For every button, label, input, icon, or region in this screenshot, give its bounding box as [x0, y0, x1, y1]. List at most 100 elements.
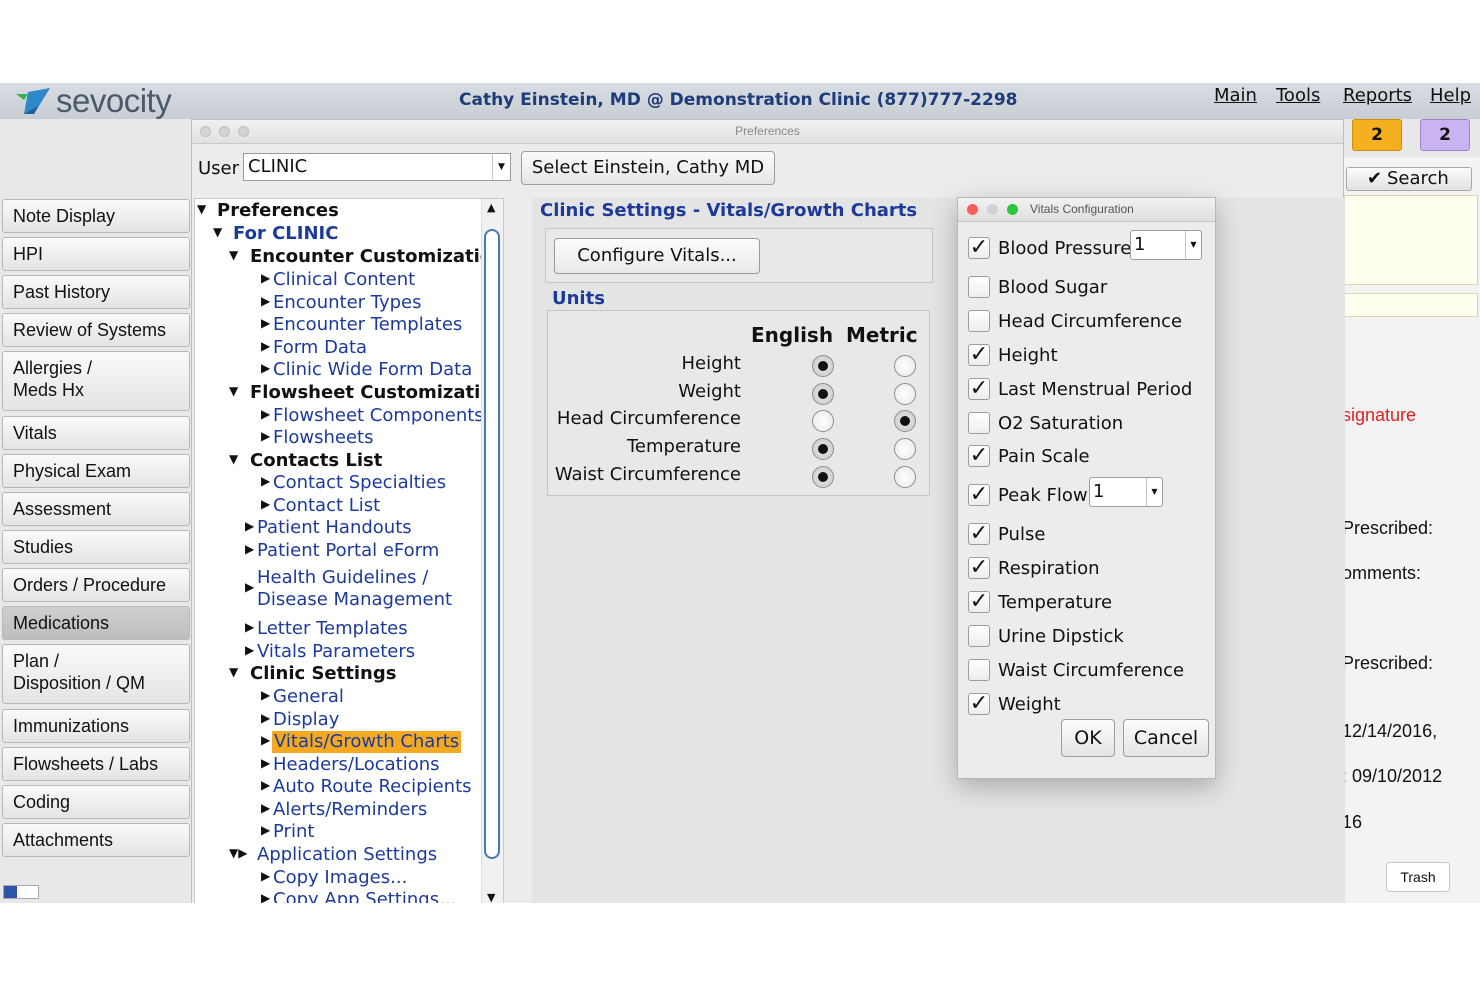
temperature-metric-radio[interactable] [894, 438, 916, 460]
configure-vitals-button[interactable]: Configure Vitals... [554, 238, 760, 274]
tree-auto-route-recipients[interactable]: Auto Route Recipients [273, 776, 472, 798]
collapsed-triangle-icon[interactable]: ▶ [261, 869, 270, 883]
menu-tools[interactable]: Tools [1276, 85, 1320, 106]
tree-vitals-parameters[interactable]: Vitals Parameters [257, 641, 415, 663]
height-checkbox[interactable]: ✓ [968, 344, 990, 366]
expand-triangle-icon[interactable]: ▼ [229, 665, 238, 679]
vital-option-head-circumference[interactable]: Head Circumference [968, 308, 1182, 334]
tree-patient-handouts[interactable]: Patient Handouts [257, 517, 412, 539]
tree-contacts-list[interactable]: Contacts List [250, 450, 382, 472]
weight-metric-radio[interactable] [894, 383, 916, 405]
nav-vitals[interactable]: Vitals [2, 416, 190, 450]
menu-main[interactable]: Main [1214, 85, 1257, 106]
vital-option-respiration[interactable]: ✓ Respiration [968, 555, 1100, 581]
tree-flowsheet-customizations[interactable]: Flowsheet Customizations [250, 382, 503, 404]
cancel-button[interactable]: Cancel [1123, 719, 1209, 757]
tree-for-clinic[interactable]: For CLINIC [233, 223, 338, 245]
collapsed-triangle-icon[interactable]: ▶ [245, 519, 254, 533]
tree-display[interactable]: Display [273, 709, 339, 731]
collapsed-triangle-icon[interactable]: ▶ [261, 778, 270, 792]
collapsed-triangle-icon[interactable]: ▶ [261, 361, 270, 375]
collapsed-triangle-icon[interactable]: ▶ [245, 620, 254, 634]
ok-button[interactable]: OK [1061, 719, 1115, 757]
collapsed-triangle-icon[interactable]: ▶ [261, 823, 270, 837]
nav-coding[interactable]: Coding [2, 785, 190, 819]
user-select[interactable]: CLINIC ▼ [243, 153, 511, 181]
nav-allergies-meds[interactable]: Allergies / Meds Hx [2, 351, 190, 411]
waist-circumference-english-radio[interactable] [812, 466, 834, 488]
expand-triangle-icon[interactable]: ▼ [197, 202, 206, 216]
select-user-button[interactable]: Select Einstein, Cathy MD [521, 151, 775, 185]
menu-help[interactable]: Help [1430, 85, 1471, 106]
tree-clinic-settings[interactable]: Clinic Settings [250, 663, 396, 685]
nav-hpi[interactable]: HPI [2, 237, 190, 271]
collapsed-triangle-icon[interactable]: ▶ [261, 733, 270, 747]
tree-contact-list[interactable]: Contact List [273, 495, 380, 517]
expand-triangle-icon[interactable]: ▼ [213, 225, 222, 239]
vital-option-height[interactable]: ✓ Height [968, 342, 1058, 368]
tree-headers-locations[interactable]: Headers/Locations [273, 754, 440, 776]
nav-orders-procedure[interactable]: Orders / Procedure [2, 568, 190, 602]
collapsed-triangle-icon[interactable]: ▶ [245, 643, 254, 657]
vital-option-pulse[interactable]: ✓ Pulse [968, 521, 1045, 547]
dropdown-arrow-icon[interactable]: ▼ [1146, 478, 1162, 506]
tree-alerts-reminders[interactable]: Alerts/Reminders [273, 799, 427, 821]
collapsed-triangle-icon[interactable]: ▶ [261, 711, 270, 725]
waist-circumference-metric-radio[interactable] [894, 466, 916, 488]
collapsed-triangle-icon[interactable]: ▶ [261, 429, 270, 443]
vital-option-o2-saturation[interactable]: O2 Saturation [968, 410, 1123, 436]
nav-immunizations[interactable]: Immunizations [2, 709, 190, 743]
tree-print[interactable]: Print [273, 821, 314, 843]
last-menstrual-period-checkbox[interactable]: ✓ [968, 378, 990, 400]
vital-option-urine-dipstick[interactable]: Urine Dipstick [968, 623, 1124, 649]
weight-checkbox[interactable]: ✓ [968, 693, 990, 715]
notification-badge-purple[interactable]: 2 [1420, 119, 1470, 151]
expand-triangle-icon[interactable]: ▼ [229, 452, 238, 466]
vital-option-blood-pressure[interactable]: ✓ Blood Pressure [968, 235, 1131, 261]
collapsed-triangle-icon[interactable]: ▶ [261, 339, 270, 353]
tree-copy-app-settings[interactable]: Copy App Settings... [273, 889, 456, 903]
tree-letter-templates[interactable]: Letter Templates [257, 618, 408, 640]
weight-english-radio[interactable] [812, 383, 834, 405]
pulse-checkbox[interactable]: ✓ [968, 523, 990, 545]
temperature-english-radio[interactable] [812, 438, 834, 460]
collapsed-triangle-icon[interactable]: ▶ [261, 497, 270, 511]
scrollbar-thumb[interactable] [484, 229, 500, 859]
tree-contact-specialties[interactable]: Contact Specialties [273, 472, 446, 494]
collapsed-triangle-icon[interactable]: ▶ [261, 688, 270, 702]
tree-application-settings[interactable]: Application Settings [257, 844, 437, 866]
collapsed-triangle-icon[interactable]: ▶ [261, 756, 270, 770]
tree-encounter-types[interactable]: Encounter Types [273, 292, 421, 314]
blood-pressure-checkbox[interactable]: ✓ [968, 237, 990, 259]
tree-disease-management[interactable]: Disease Management [257, 589, 452, 611]
nav-flowsheets-labs[interactable]: Flowsheets / Labs [2, 747, 190, 781]
collapsed-triangle-icon[interactable]: ▶ [245, 542, 254, 556]
tree-health-guidelines[interactable]: Health Guidelines / [257, 567, 428, 589]
tree-patient-portal-eform[interactable]: Patient Portal eForm [257, 540, 439, 562]
vital-option-weight[interactable]: ✓ Weight [968, 691, 1061, 717]
trash-tab[interactable]: Trash [1386, 862, 1450, 892]
vital-option-peak-flow[interactable]: ✓ Peak Flow [968, 482, 1088, 508]
vital-option-waist-circumference[interactable]: Waist Circumference [968, 657, 1184, 683]
close-dialog-icon[interactable] [967, 204, 978, 215]
expand-triangle-icon[interactable]: ▼ [229, 384, 238, 398]
vital-option-pain-scale[interactable]: ✓ Pain Scale [968, 443, 1090, 469]
nav-past-history[interactable]: Past History [2, 275, 190, 309]
waist-circumference-checkbox[interactable] [968, 659, 990, 681]
tree-copy-images[interactable]: Copy Images... [273, 867, 407, 889]
tree-encounter-customizations[interactable]: Encounter Customizations [250, 246, 503, 268]
nav-note-display[interactable]: Note Display [2, 199, 190, 233]
vital-option-blood-sugar[interactable]: Blood Sugar [968, 274, 1107, 300]
nav-assessment[interactable]: Assessment [2, 492, 190, 526]
urine-dipstick-checkbox[interactable] [968, 625, 990, 647]
head-circumference-english-radio[interactable] [812, 410, 834, 432]
collapsed-triangle-icon[interactable]: ▶ [261, 891, 270, 903]
collapsed-triangle-icon[interactable]: ▶ [245, 580, 254, 594]
collapsed-triangle-icon[interactable]: ▶ [261, 474, 270, 488]
blood-pressure-count-select[interactable]: 1 ▼ [1130, 230, 1202, 260]
collapsed-triangle-icon[interactable]: ▶ [261, 407, 270, 421]
nav-attachments[interactable]: Attachments [2, 823, 190, 857]
temperature-checkbox[interactable]: ✓ [968, 591, 990, 613]
tree-clinical-content[interactable]: Clinical Content [273, 269, 415, 291]
vital-option-last-menstrual-period[interactable]: ✓ Last Menstrual Period [968, 376, 1192, 402]
